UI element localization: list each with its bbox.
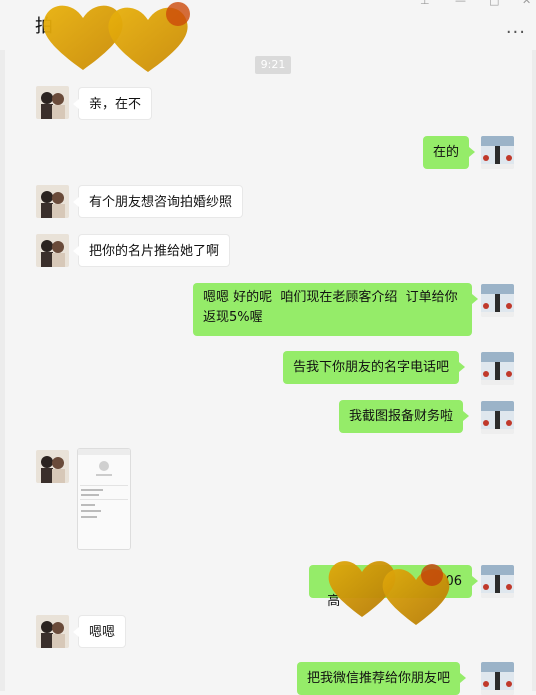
timestamp: 9:21	[255, 56, 291, 74]
heart-highlight	[421, 564, 443, 586]
message-bubble-incoming[interactable]: 嗯嗯	[72, 615, 127, 648]
message-bubble-outgoing[interactable]: 把我微信推荐给你朋友吧	[297, 662, 467, 695]
pin-icon[interactable]: ⊥	[420, 0, 430, 7]
my-avatar-image	[481, 401, 514, 434]
contact-avatar-image	[36, 615, 69, 648]
my-avatar-image	[481, 565, 514, 598]
my-avatar-image	[481, 136, 514, 169]
message-bubble-outgoing[interactable]: 在的	[423, 136, 476, 169]
left-edge	[0, 0, 5, 691]
hearts-sticker-bottom	[328, 561, 450, 625]
my-avatar[interactable]	[481, 352, 514, 385]
message-bubble-incoming[interactable]: 把你的名片推给她了啊	[72, 234, 231, 267]
contact-avatar[interactable]	[36, 185, 69, 218]
image-message-thumbnail[interactable]	[77, 448, 131, 550]
more-options-icon[interactable]: ···	[506, 22, 526, 43]
heart-left	[43, 5, 123, 70]
my-avatar[interactable]	[481, 401, 514, 434]
chat-scrollbar[interactable]	[532, 50, 536, 691]
message-bubble-outgoing[interactable]: 告我下你朋友的名字电话吧	[283, 351, 466, 384]
maximize-icon[interactable]: □	[489, 0, 499, 7]
my-avatar-image	[481, 352, 514, 385]
my-avatar[interactable]	[481, 284, 514, 317]
message-bubble-incoming[interactable]: 有个朋友想咨询拍婚纱照	[72, 185, 244, 218]
contact-avatar[interactable]	[36, 450, 69, 483]
my-avatar-image	[481, 662, 514, 695]
contact-avatar[interactable]	[36, 234, 69, 267]
message-bubble-incoming[interactable]: 亲，在不	[72, 87, 153, 120]
contact-avatar-image	[36, 234, 69, 267]
my-avatar[interactable]	[481, 662, 514, 695]
contact-avatar-image	[36, 450, 69, 483]
message-bubble-outgoing[interactable]: 嗯嗯 好的呢 咱们现在老顾客介绍 订单给你返现5%喔	[193, 283, 478, 336]
close-icon[interactable]: ✕	[522, 0, 531, 7]
contact-avatar-image	[36, 185, 69, 218]
contact-avatar[interactable]	[36, 86, 69, 119]
my-avatar[interactable]	[481, 136, 514, 169]
contact-avatar-image	[36, 86, 69, 119]
minimize-icon[interactable]: —	[455, 0, 466, 7]
my-avatar[interactable]	[481, 565, 514, 598]
contact-avatar[interactable]	[36, 615, 69, 648]
my-avatar-image	[481, 284, 514, 317]
screenshot-preview	[78, 449, 130, 549]
hearts-sticker-top	[43, 2, 190, 72]
message-bubble-outgoing[interactable]: 我截图报备财务啦	[339, 400, 470, 433]
heart-highlight	[166, 2, 190, 26]
